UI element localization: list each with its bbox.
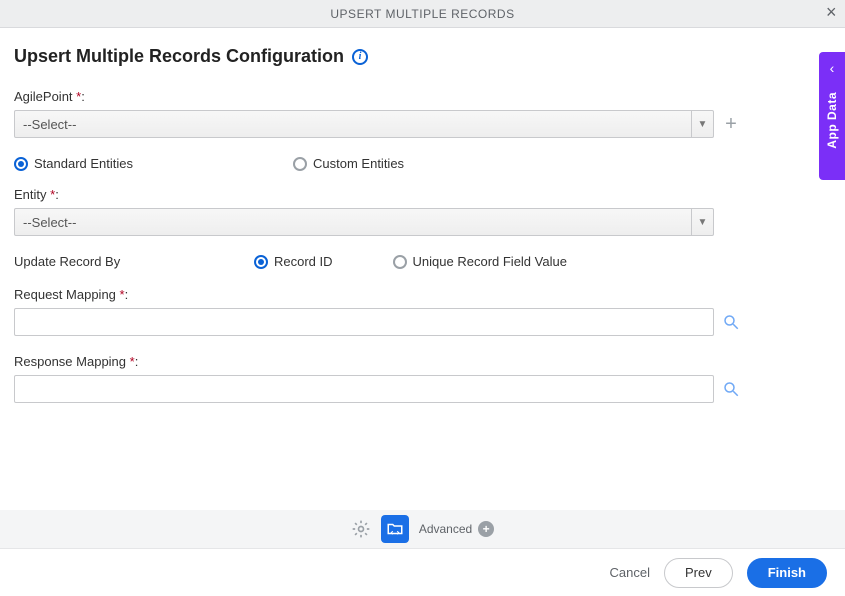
content: Upsert Multiple Records Configuration i … bbox=[0, 28, 845, 403]
search-icon[interactable] bbox=[722, 380, 740, 398]
radio-label: Custom Entities bbox=[313, 156, 404, 171]
page-title: Upsert Multiple Records Configuration bbox=[14, 46, 344, 67]
advanced-group: Advanced + bbox=[419, 521, 494, 537]
app-data-label: App Data bbox=[825, 92, 839, 149]
update-record-by-label: Update Record By bbox=[14, 254, 194, 269]
advanced-label: Advanced bbox=[419, 522, 472, 536]
agilepoint-row: --Select-- ▼ + bbox=[14, 110, 831, 138]
response-mapping-label: Response Mapping *: bbox=[14, 354, 831, 369]
radio-record-id[interactable]: Record ID bbox=[254, 254, 333, 269]
close-icon[interactable]: × bbox=[826, 3, 837, 21]
radio-unique-field-value[interactable]: Unique Record Field Value bbox=[393, 254, 567, 269]
entity-selected: --Select-- bbox=[23, 215, 76, 230]
folder-swap-icon bbox=[386, 520, 404, 538]
response-mapping-input[interactable] bbox=[14, 375, 714, 403]
chevron-down-icon: ▼ bbox=[691, 209, 713, 235]
request-mapping-input[interactable] bbox=[14, 308, 714, 336]
add-agilepoint-icon[interactable]: + bbox=[722, 115, 740, 133]
app-data-panel-toggle[interactable]: ‹ App Data bbox=[819, 52, 845, 180]
entity-select[interactable]: --Select-- ▼ bbox=[14, 208, 714, 236]
radio-label: Standard Entities bbox=[34, 156, 133, 171]
search-icon[interactable] bbox=[722, 313, 740, 331]
radio-icon bbox=[393, 255, 407, 269]
mapping-tool-button[interactable] bbox=[381, 515, 409, 543]
radio-label: Record ID bbox=[274, 254, 333, 269]
radio-icon bbox=[14, 157, 28, 171]
chevron-down-icon: ▼ bbox=[691, 111, 713, 137]
advanced-add-icon[interactable]: + bbox=[478, 521, 494, 537]
page-title-row: Upsert Multiple Records Configuration i bbox=[14, 46, 831, 67]
titlebar-title: UPSERT MULTIPLE RECORDS bbox=[330, 7, 514, 21]
toolbar: Advanced + bbox=[0, 510, 845, 548]
agilepoint-selected: --Select-- bbox=[23, 117, 76, 132]
finish-button[interactable]: Finish bbox=[747, 558, 827, 588]
entity-type-radios: Standard Entities Custom Entities bbox=[14, 156, 831, 171]
cancel-button[interactable]: Cancel bbox=[610, 565, 650, 580]
chevron-left-icon: ‹ bbox=[830, 60, 835, 76]
request-mapping-row bbox=[14, 308, 831, 336]
gear-icon[interactable] bbox=[351, 519, 371, 539]
update-record-by-row: Update Record By Record ID Unique Record… bbox=[14, 254, 831, 269]
radio-label: Unique Record Field Value bbox=[413, 254, 567, 269]
radio-icon bbox=[254, 255, 268, 269]
entity-label: Entity *: bbox=[14, 187, 831, 202]
radio-icon bbox=[293, 157, 307, 171]
radio-standard-entities[interactable]: Standard Entities bbox=[14, 156, 133, 171]
request-mapping-label: Request Mapping *: bbox=[14, 287, 831, 302]
response-mapping-row bbox=[14, 375, 831, 403]
entity-row: --Select-- ▼ bbox=[14, 208, 831, 236]
info-icon[interactable]: i bbox=[352, 49, 368, 65]
agilepoint-select[interactable]: --Select-- ▼ bbox=[14, 110, 714, 138]
radio-custom-entities[interactable]: Custom Entities bbox=[293, 156, 404, 171]
agilepoint-label: AgilePoint *: bbox=[14, 89, 831, 104]
footer: Cancel Prev Finish bbox=[0, 548, 845, 596]
titlebar: UPSERT MULTIPLE RECORDS × bbox=[0, 0, 845, 28]
prev-button[interactable]: Prev bbox=[664, 558, 733, 588]
